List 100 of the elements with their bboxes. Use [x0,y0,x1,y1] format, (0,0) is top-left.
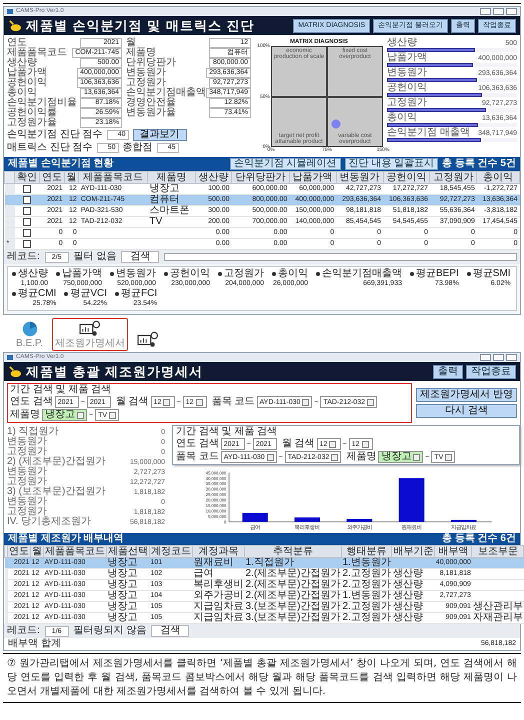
column-header[interactable]: 행태분류 [342,546,392,558]
column-header[interactable]: 연도 [40,172,65,184]
statement-label: 고정원가 [7,507,47,517]
statement-label: IV. 당기총제조원가 [7,517,92,527]
field-label: 납품가액 [7,68,47,78]
minimize-icon[interactable] [480,354,491,361]
checkbox[interactable] [23,240,32,248]
instruction-paragraph: ⑦ 원가관리탭에서 제조원가명세서를 클릭하면 ‘제품별 총괄 제조원가명세서’ 창이 나오게 되며, 연도 검색에서 해당 연도를 입력한 후 월 검색, 품목코드 콤보박스에서 해당 월과 해당 품목코드를 검색 입력하면 해당 제품명이 나오면서 개별제품에 대한 제조원가명세서를 검색하여 볼 수 있게 됩니다. [7,657,517,699]
column-header[interactable]: 월 [64,172,79,184]
search-button[interactable]: 다시 검색 [416,404,517,418]
field-label: 제품명 [346,452,376,462]
column-header[interactable]: 계정코드 [150,546,192,558]
launcher-item[interactable]: 제조원가명세서 [52,318,128,351]
column-header[interactable]: 단위당판가 [232,172,290,184]
checkbox[interactable] [23,228,32,237]
launcher-label: B.E.P. [16,339,44,349]
scrollbar[interactable] [164,253,517,261]
minimize-icon[interactable] [480,8,491,15]
search-field[interactable]: 검색 [121,251,160,263]
search-field[interactable]: 검색 [151,625,190,637]
summary-label: 생산량 [18,269,48,279]
column-header[interactable]: 생산량 [196,172,232,184]
statement-label: 1) 직접원가 [7,427,59,437]
table-cell-text: 스마트폰 [150,206,191,216]
filter-status[interactable]: 필터 없음 [74,252,116,262]
bullet-icon [218,272,222,276]
summary-label: 공헌이익 [170,269,210,279]
dropdown-icon [77,412,84,418]
field-label: 손익분기점 진단 점수 [7,130,103,140]
record-label: 레코드: [7,252,40,262]
column-header[interactable]: 보조부문 [472,546,524,558]
column-header[interactable]: 계정과목 [192,546,244,558]
summary-label: 변동원가 [116,269,156,279]
dropdown-icon [196,398,203,406]
close-icon[interactable] [506,8,517,15]
column-header[interactable]: 고정원가 [430,172,477,184]
column-header[interactable]: 제품품목코드 [78,172,148,184]
summary-label: 평균BEPI [416,269,459,279]
column-header[interactable]: 배부액 [434,546,472,558]
panel-title: 기간 검색 및 제품 검색 [10,385,112,395]
section-button[interactable]: 진단 내용 일괄표시 [344,158,438,170]
table-cell-text: 냉장고 [108,602,138,612]
section-button[interactable]: 손익분기점 시뮬레이션 [230,158,341,170]
dropdown-icon [367,398,374,406]
column-header[interactable]: 변동원가 [336,172,384,184]
search-button[interactable]: 제조원가명세서 반영 [416,388,517,402]
summary-label: 평균VCI [70,289,108,299]
column-header[interactable]: 배부기준 [392,546,435,558]
bullet-icon [110,272,114,276]
statement-label: 변동원가 [7,497,47,507]
statement-label: 변동원가 [7,437,47,447]
column-header[interactable]: 연도 [8,546,30,558]
table-cell: 2.(제조부문)간접원가 [246,580,340,590]
checkbox[interactable] [23,206,32,215]
bar-label: 변동원가 [387,68,427,78]
coin-icon [8,20,22,32]
input-field[interactable]: 냉장고 [378,451,424,463]
launcher-item[interactable]: B.E.P. [13,318,46,351]
checkbox[interactable] [23,196,32,204]
record-count: 총 등록 건수 6건 [442,534,516,544]
monitor-gear-icon [137,331,160,349]
statement-label: 고정원가 [7,477,47,487]
column-header[interactable]: 확인 [14,172,40,184]
close-icon[interactable] [506,354,517,361]
field-label: 공헌이익률 [7,108,57,118]
bullet-icon [466,272,471,276]
column-header[interactable]: 납품가액 [289,172,336,184]
column-header[interactable]: 총이익 [476,172,520,184]
column-header[interactable]: 추적분류 [244,546,342,558]
table-cell: 2.고정원가 [342,602,391,612]
input-field[interactable]: 냉장고 [42,409,87,421]
header-button[interactable]: 작업종료 [466,364,516,378]
bar-label: 총이익 [387,113,417,123]
section-title: 제품별 제조원가 배부내역 [8,534,124,544]
checkbox[interactable] [23,218,32,226]
field-label: 제품품목코드 [7,48,67,58]
bullet-icon [64,292,68,296]
column-header[interactable]: 제품품목코드 [44,546,106,558]
maximize-icon[interactable] [493,354,504,361]
checkbox[interactable] [23,184,32,193]
field-label: 생산량 [7,58,37,68]
column-header[interactable]: 제품명 [148,172,196,184]
table-cell-text: 원재료비 [194,558,234,568]
result-button[interactable]: 결과보기 [132,129,187,141]
column-header[interactable]: 제품선택 [106,546,150,558]
field-label: 월 [126,38,136,48]
dropdown-icon [266,454,274,460]
filter-status[interactable]: 필터링되지 않음 [74,626,146,636]
field-label: 연도 [7,38,27,48]
field-label: 월 검색 [116,397,149,407]
field-label: 제품명 [10,410,40,420]
summary-label: 평균CMI [18,289,56,299]
table-cell: 복리후생비 [194,580,244,590]
header-button[interactable]: 출력 [433,364,463,378]
summary-label: 평균FCI [121,289,158,299]
column-header[interactable]: 월 [30,546,44,558]
column-header[interactable]: 공헌이익 [383,172,430,184]
field-label: 제품명 [126,48,156,58]
maximize-icon[interactable] [493,8,504,15]
field-label: 연도 검색 [176,439,219,449]
